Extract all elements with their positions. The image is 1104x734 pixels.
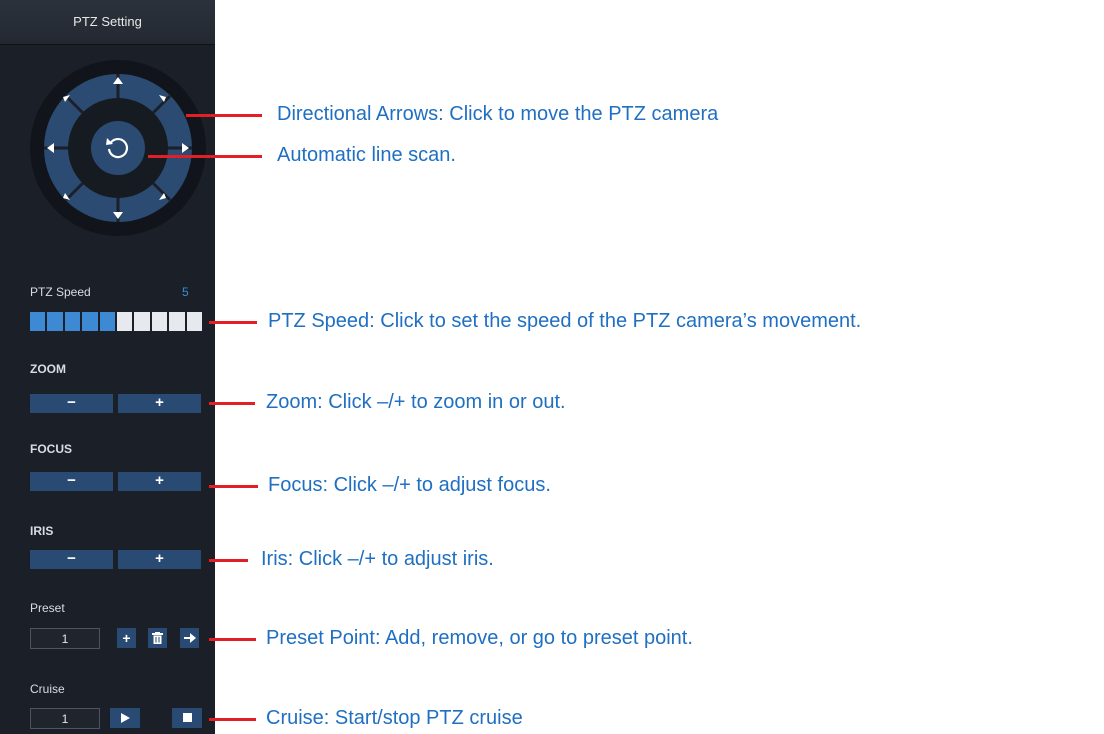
- cruise-stop-button[interactable]: [172, 708, 202, 728]
- focus-near-button[interactable]: −: [30, 472, 113, 491]
- annotation-iris: Iris: Click –/+ to adjust iris.: [261, 548, 494, 570]
- preset-number-input[interactable]: 1: [30, 628, 100, 649]
- speed-segment[interactable]: [64, 312, 81, 331]
- zoom-in-button[interactable]: +: [118, 394, 201, 413]
- speed-segment[interactable]: [47, 312, 63, 331]
- annotation-speed: PTZ Speed: Click to set the speed of the…: [268, 310, 862, 332]
- focus-label: FOCUS: [30, 442, 72, 456]
- leader-line-directional: [186, 114, 262, 117]
- speed-segment[interactable]: [30, 312, 46, 331]
- annotation-focus: Focus: Click –/+ to adjust focus.: [268, 474, 551, 496]
- speed-segment[interactable]: [99, 312, 116, 331]
- speed-slider[interactable]: [30, 312, 203, 331]
- annotation-autoscan: Automatic line scan.: [277, 144, 456, 166]
- preset-add-button[interactable]: +: [117, 628, 136, 648]
- leader-line-speed: [209, 321, 257, 324]
- arrow-right-icon: [183, 633, 196, 643]
- speed-segment[interactable]: [169, 312, 185, 331]
- leader-line-focus: [209, 485, 258, 488]
- speed-label: PTZ Speed: [30, 285, 91, 299]
- speed-segment[interactable]: [117, 312, 133, 331]
- annotation-zoom: Zoom: Click –/+ to zoom in or out.: [266, 391, 566, 413]
- ptz-panel: PTZ Setting PTZ Speed 5 ZOOM − + FOCUS −…: [0, 0, 215, 734]
- preset-delete-button[interactable]: [148, 628, 167, 648]
- leader-line-autoscan: [148, 155, 262, 158]
- annotation-preset: Preset Point: Add, remove, or go to pres…: [266, 627, 693, 649]
- speed-segment[interactable]: [134, 312, 150, 331]
- cruise-number-input[interactable]: 1: [30, 708, 100, 729]
- iris-label: IRIS: [30, 524, 54, 538]
- speed-segment[interactable]: [82, 312, 98, 331]
- trash-icon: [152, 632, 163, 644]
- auto-scan-button[interactable]: [91, 121, 145, 175]
- iris-open-button[interactable]: +: [118, 550, 201, 569]
- speed-value: 5: [182, 285, 189, 299]
- speed-segment[interactable]: [186, 312, 203, 331]
- speed-segment[interactable]: [151, 312, 168, 331]
- zoom-out-button[interactable]: −: [30, 394, 113, 413]
- leader-line-iris: [209, 559, 248, 562]
- leader-line-preset: [209, 638, 256, 641]
- panel-title: PTZ Setting: [0, 0, 215, 45]
- annotation-cruise: Cruise: Start/stop PTZ cruise: [266, 707, 523, 729]
- cruise-play-button[interactable]: [110, 708, 140, 728]
- stop-icon: [182, 713, 192, 722]
- play-icon: [120, 713, 130, 723]
- preset-goto-button[interactable]: [180, 628, 199, 648]
- zoom-label: ZOOM: [30, 362, 66, 376]
- cruise-label: Cruise: [30, 682, 65, 696]
- annotation-directional: Directional Arrows: Click to move the PT…: [277, 103, 719, 125]
- leader-line-zoom: [209, 402, 255, 405]
- iris-close-button[interactable]: −: [30, 550, 113, 569]
- preset-label: Preset: [30, 601, 65, 615]
- directional-pad[interactable]: [30, 60, 210, 240]
- focus-far-button[interactable]: +: [118, 472, 201, 491]
- leader-line-cruise: [209, 718, 256, 721]
